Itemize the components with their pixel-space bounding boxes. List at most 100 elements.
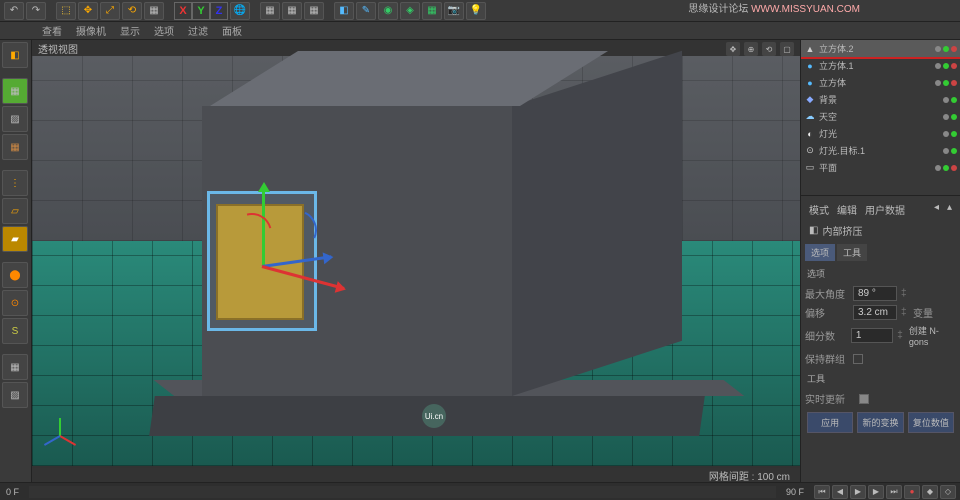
object-row[interactable]: ● 立方体.1 (801, 57, 960, 74)
texture-mode[interactable]: ▨ (2, 106, 28, 132)
menu-display[interactable]: 显示 (120, 23, 140, 38)
apply-button[interactable]: 应用 (807, 412, 853, 433)
right-panel: ▲ 立方体.2 ● 立方体.1 ● 立方体 ◆ 背景 ☁ 天空 ◐ 灯光 ⊙ 灯… (800, 40, 960, 482)
menu-filter[interactable]: 过滤 (188, 23, 208, 38)
last-tool[interactable]: ▦ (144, 2, 164, 20)
viewport-scene[interactable]: Ui.cn (32, 56, 800, 466)
keep-groups-checkbox[interactable] (853, 354, 863, 364)
snap-toggle[interactable]: ⊙ (2, 290, 28, 316)
object-flags[interactable] (943, 114, 957, 120)
tweak-mode[interactable]: ⬤ (2, 262, 28, 288)
transform-gizmo[interactable] (262, 265, 263, 266)
object-row[interactable]: ◆ 背景 (801, 91, 960, 108)
axis-x-toggle[interactable]: X (174, 2, 192, 20)
undo-button[interactable]: ↶ (4, 2, 24, 20)
tool-icon: ◧ (809, 225, 818, 236)
subtab-options[interactable]: 选项 (805, 244, 835, 261)
new-transform-button[interactable]: 新的变换 (857, 412, 903, 433)
workplane-tool[interactable]: ▦ (2, 354, 28, 380)
render-settings[interactable]: ▦ (282, 2, 302, 20)
object-flags[interactable] (935, 80, 957, 86)
tl-next-icon[interactable]: ▶ (868, 485, 884, 499)
tl-first-icon[interactable]: ⏮ (814, 485, 830, 499)
subtab-tool[interactable]: 工具 (837, 244, 867, 261)
primitive-cube[interactable]: ◧ (334, 2, 354, 20)
tl-record-icon[interactable]: ● (904, 485, 920, 499)
spline-pen[interactable]: ✎ (356, 2, 376, 20)
spinner-icon[interactable]: ‡ (901, 307, 909, 318)
vp-move-icon[interactable]: ✥ (726, 42, 740, 56)
make-editable[interactable]: ◧ (2, 42, 28, 68)
menu-view[interactable]: 查看 (42, 23, 62, 38)
axis-y-toggle[interactable]: Y (192, 2, 210, 20)
coord-system[interactable]: 🌐 (230, 2, 250, 20)
axis-z-toggle[interactable]: Z (210, 2, 228, 20)
menu-options[interactable]: 选项 (154, 23, 174, 38)
object-manager[interactable]: ▲ 立方体.2 ● 立方体.1 ● 立方体 ◆ 背景 ☁ 天空 ◐ 灯光 ⊙ 灯… (801, 40, 960, 195)
points-mode[interactable]: ⋮ (2, 170, 28, 196)
object-flags[interactable] (943, 148, 957, 154)
viewport-label: 透视视图 (38, 41, 78, 56)
environment[interactable]: ▦ (422, 2, 442, 20)
tl-key-icon[interactable]: ◆ (922, 485, 938, 499)
object-name: 灯光 (819, 127, 940, 140)
deformer[interactable]: ◈ (400, 2, 420, 20)
attr-up-icon[interactable]: ▴ (947, 202, 952, 217)
select-tool[interactable]: ⬚ (56, 2, 76, 20)
tl-prev-icon[interactable]: ◀ (832, 485, 848, 499)
workplane-mode[interactable]: ▦ (2, 134, 28, 160)
generator[interactable]: ◉ (378, 2, 398, 20)
attr-prev-icon[interactable]: ◂ (934, 202, 939, 217)
object-row[interactable]: ▲ 立方体.2 (801, 40, 960, 57)
object-row[interactable]: ▭ 平面 (801, 159, 960, 176)
picture-viewer[interactable]: ▦ (304, 2, 324, 20)
spinner-icon[interactable]: ‡ (897, 330, 905, 341)
tl-last-icon[interactable]: ⏭ (886, 485, 902, 499)
timeline-track[interactable] (29, 486, 776, 498)
vp-zoom-icon[interactable]: ⊕ (744, 42, 758, 56)
main-area: ◧ ▦ ▨ ▦ ⋮ ▱ ▰ ⬤ ⊙ S ▦ ▨ 透视视图 ✥ ⊕ ⟲ ▢ (0, 40, 960, 482)
menu-panel[interactable]: 面板 (222, 23, 242, 38)
polygons-mode[interactable]: ▰ (2, 226, 28, 252)
attr-tab-user[interactable]: 用户数据 (865, 202, 905, 217)
object-row[interactable]: ☁ 天空 (801, 108, 960, 125)
rotate-tool[interactable]: ⟲ (122, 2, 142, 20)
spinner-icon[interactable]: ‡ (901, 288, 909, 299)
object-flags[interactable] (935, 46, 957, 52)
camera-button[interactable]: 📷 (444, 2, 464, 20)
max-angle-input[interactable]: 89 ° (853, 286, 897, 301)
edges-mode[interactable]: ▱ (2, 198, 28, 224)
light-button[interactable]: 💡 (466, 2, 486, 20)
render-view[interactable]: ▦ (260, 2, 280, 20)
object-flags[interactable] (943, 97, 957, 103)
object-flags[interactable] (935, 165, 957, 171)
field-realtime: 实时更新 (805, 389, 956, 408)
object-row[interactable]: ● 立方体 (801, 74, 960, 91)
attr-subtabs: 选项 工具 (805, 244, 956, 261)
attr-tab-edit[interactable]: 编辑 (837, 202, 857, 217)
object-flags[interactable] (935, 63, 957, 69)
object-icon: ◐ (804, 128, 816, 140)
attr-tab-mode[interactable]: 模式 (809, 202, 829, 217)
misc-tool[interactable]: ▨ (2, 382, 28, 408)
tl-autokey-icon[interactable]: ◇ (940, 485, 956, 499)
offset-input[interactable]: 3.2 cm (853, 305, 897, 320)
object-row[interactable]: ◐ 灯光 (801, 125, 960, 142)
reset-button[interactable]: 复位数值 (908, 412, 954, 433)
realtime-checkbox[interactable] (859, 394, 869, 404)
vp-rotate-icon[interactable]: ⟲ (762, 42, 776, 56)
object-row[interactable]: ⊙ 灯光.目标.1 (801, 142, 960, 159)
object-icon: ◆ (804, 94, 816, 106)
vp-maximize-icon[interactable]: ▢ (780, 42, 794, 56)
object-flags[interactable] (943, 131, 957, 137)
move-tool[interactable]: ✥ (78, 2, 98, 20)
snap-settings[interactable]: S (2, 318, 28, 344)
tl-play-icon[interactable]: ▶ (850, 485, 866, 499)
menu-camera[interactable]: 摄像机 (76, 23, 106, 38)
model-mode[interactable]: ▦ (2, 78, 28, 104)
viewport[interactable]: 透视视图 ✥ ⊕ ⟲ ▢ (32, 40, 800, 482)
options-section-label: 选项 (805, 263, 956, 284)
scale-tool[interactable]: ⤢ (100, 2, 120, 20)
subdiv-input[interactable]: 1 (851, 328, 893, 343)
redo-button[interactable]: ↷ (26, 2, 46, 20)
